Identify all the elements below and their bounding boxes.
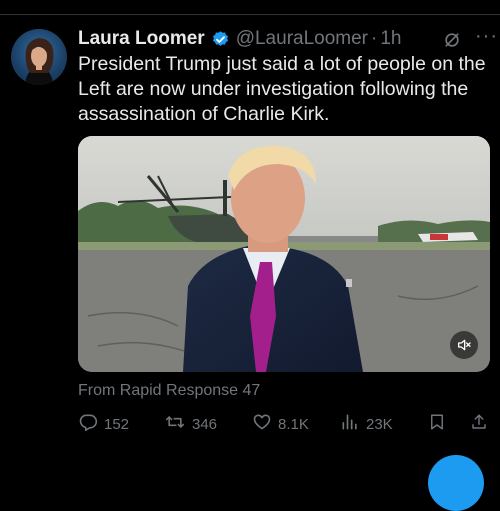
video-frame [78,136,490,372]
views-count: 23K [366,415,393,433]
repost-button[interactable]: 346 [164,412,217,436]
author-name[interactable]: Laura Loomer [78,28,205,50]
reply-count: 152 [104,415,130,433]
tweet-header: Laura Loomer @LauraLoomer · 1h [78,26,490,52]
compose-button[interactable] [428,455,484,511]
volume-mute-icon[interactable] [450,331,478,359]
action-bar: 152 346 8.1K 23K [78,412,490,434]
share-button[interactable] [470,412,494,436]
views-button[interactable]: 23K [340,412,393,436]
more-icon[interactable]: ··· [475,25,498,48]
author-handle[interactable]: @LauraLoomer [236,28,368,50]
like-count: 8.1K [278,415,309,433]
avatar[interactable] [11,29,67,85]
views-icon [340,412,366,436]
share-icon [470,412,494,436]
repost-icon [164,412,192,436]
tweet-text: President Trump just said a lot of peopl… [78,53,486,125]
separator-dot: · [371,28,378,49]
tweet[interactable]: Laura Loomer @LauraLoomer · 1h ··· Presi… [0,15,500,511]
timestamp[interactable]: 1h [380,28,401,50]
bookmark-button[interactable] [428,412,452,436]
reply-icon [78,412,104,436]
grok-icon[interactable] [442,30,462,50]
heart-icon [252,412,278,436]
bookmark-icon [428,412,452,436]
repost-count: 346 [192,415,218,433]
verified-badge-icon [211,30,230,49]
reply-button[interactable]: 152 [78,412,129,436]
video-player[interactable] [78,136,490,372]
like-button[interactable]: 8.1K [252,412,309,436]
media-source-label[interactable]: From Rapid Response 47 [78,382,260,400]
